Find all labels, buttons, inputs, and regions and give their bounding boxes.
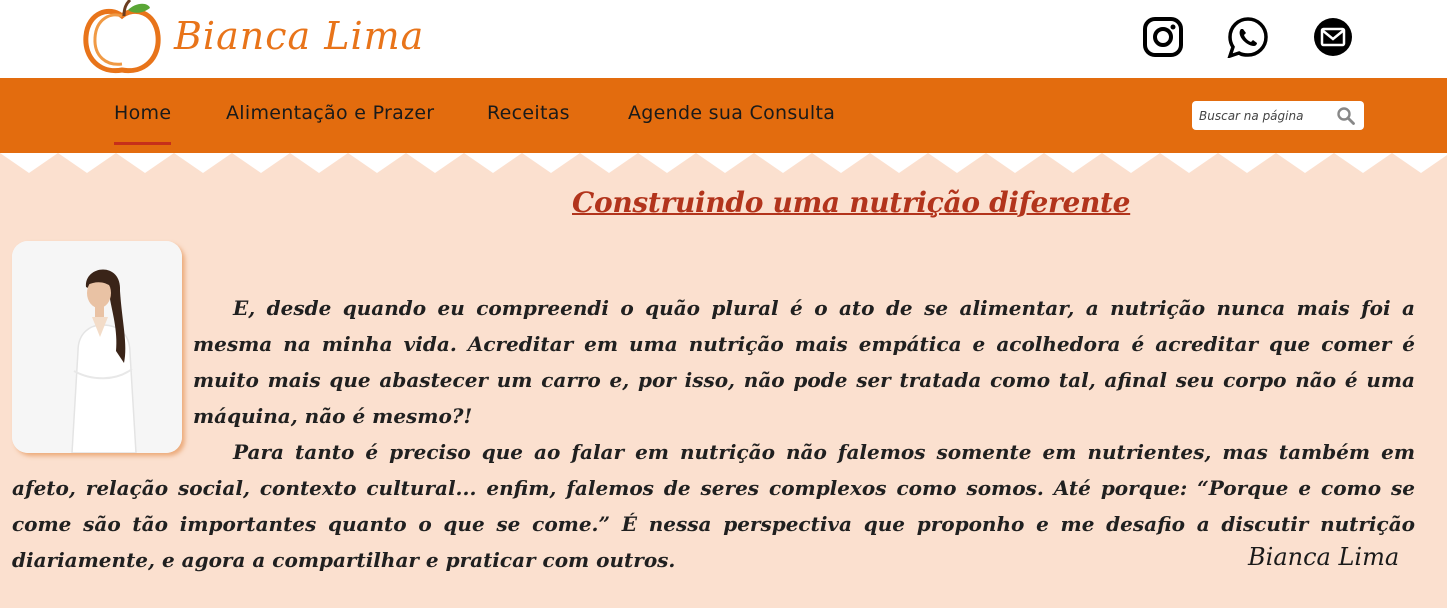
email-link[interactable] (1312, 16, 1354, 58)
instagram-link[interactable] (1142, 16, 1184, 58)
brand-name: Bianca Lima (174, 14, 425, 58)
intro-text: E, desde quando eu compreendi o quão plu… (12, 290, 1415, 578)
search-input[interactable] (1192, 101, 1328, 130)
photo-spacer (12, 290, 193, 460)
nav-item-home[interactable]: Home (114, 102, 172, 145)
apple-logo-icon (83, 0, 161, 74)
nav-item-alimentacao[interactable]: Alimentação e Prazer (226, 102, 434, 128)
whatsapp-link[interactable] (1227, 16, 1269, 58)
nav-item-receitas[interactable]: Receitas (487, 102, 570, 128)
paragraph-2: Para tanto é preciso que ao falar em nut… (12, 440, 1415, 572)
zigzag-divider (0, 153, 1447, 173)
instagram-icon (1143, 17, 1183, 57)
whatsapp-icon (1227, 17, 1268, 58)
paragraph-1: E, desde quando eu compreendi o quão plu… (193, 296, 1415, 428)
page-title: Construindo uma nutrição diferente (572, 186, 1131, 219)
nav-item-agende[interactable]: Agende sua Consulta (628, 102, 835, 128)
site-logo[interactable]: Bianca Lima (82, 0, 423, 78)
email-icon (1314, 18, 1352, 56)
signature: Bianca Lima (1248, 543, 1400, 571)
site-header: Bianca Lima (0, 0, 1447, 78)
search-icon[interactable] (1336, 106, 1356, 126)
